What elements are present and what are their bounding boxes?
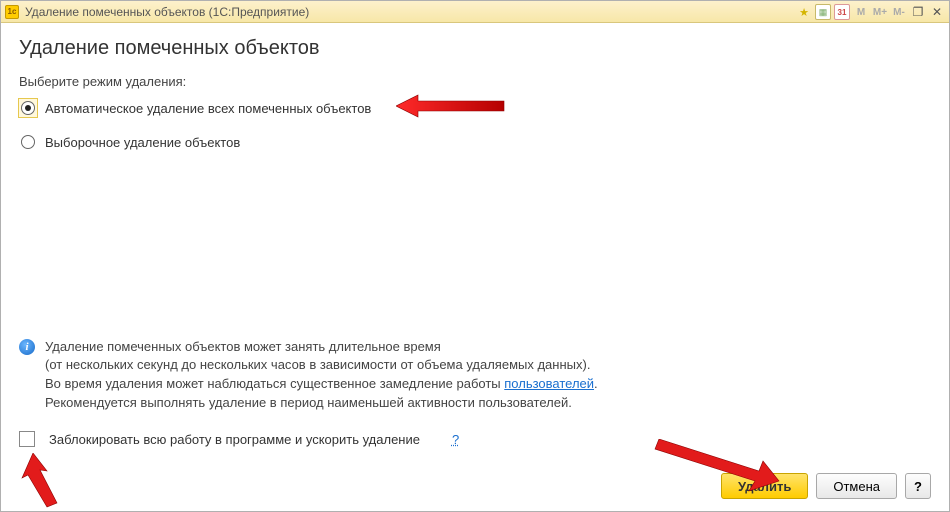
radio-auto[interactable] [19, 99, 37, 117]
calendar-icon[interactable]: 31 [834, 4, 850, 20]
info-line2b-prefix: Во время удаления может наблюдаться суще… [45, 376, 504, 391]
block-work-checkbox[interactable] [19, 431, 35, 447]
radio-auto-row[interactable]: Автоматическое удаление всех помеченных … [19, 99, 931, 117]
radio-selective-row[interactable]: Выборочное удаление объектов [19, 133, 931, 151]
titlebar-controls: ★ ▦ 31 M M+ M- ❐ ✕ [796, 1, 945, 23]
app-logo-icon: 1c [5, 5, 19, 19]
window-titlebar: 1c Удаление помеченных объектов (1С:Пред… [1, 1, 949, 23]
users-link[interactable]: пользователей [504, 376, 594, 391]
window-restore-icon[interactable]: ❐ [910, 4, 926, 20]
radio-selective[interactable] [19, 133, 37, 151]
info-line2b-suffix: . [594, 376, 598, 391]
block-work-help[interactable]: ? [452, 432, 459, 447]
memory-mplus-icon[interactable]: M+ [872, 4, 888, 20]
content-area: Удаление помеченных объектов Выберите ре… [1, 23, 949, 511]
block-work-row: Заблокировать всю работу в программе и у… [19, 431, 931, 447]
memory-mminus-icon[interactable]: M- [891, 4, 907, 20]
radio-auto-label: Автоматическое удаление всех помеченных … [45, 101, 371, 116]
calculator-icon[interactable]: ▦ [815, 4, 831, 20]
info-text: Удаление помеченных объектов может занят… [45, 338, 598, 413]
window-title: Удаление помеченных объектов (1С:Предпри… [25, 5, 309, 19]
memory-m-icon[interactable]: M [853, 4, 869, 20]
delete-button[interactable]: Удалить [721, 473, 808, 499]
info-icon: i [19, 339, 35, 355]
mode-prompt: Выберите режим удаления: [19, 74, 931, 89]
cancel-button[interactable]: Отмена [816, 473, 897, 499]
window-close-icon[interactable]: ✕ [929, 4, 945, 20]
radio-selective-label: Выборочное удаление объектов [45, 135, 240, 150]
info-line3: Рекомендуется выполнять удаление в перио… [45, 395, 572, 410]
footer-buttons: Удалить Отмена ? [19, 465, 931, 511]
page-title: Удаление помеченных объектов [19, 37, 931, 60]
info-line1: Удаление помеченных объектов может занят… [45, 339, 441, 354]
block-work-label: Заблокировать всю работу в программе и у… [49, 432, 420, 447]
info-block: i Удаление помеченных объектов может зан… [19, 338, 931, 413]
info-line2a: (от нескольких секунд до нескольких часо… [45, 357, 590, 372]
favorite-icon[interactable]: ★ [796, 4, 812, 20]
help-button[interactable]: ? [905, 473, 931, 499]
